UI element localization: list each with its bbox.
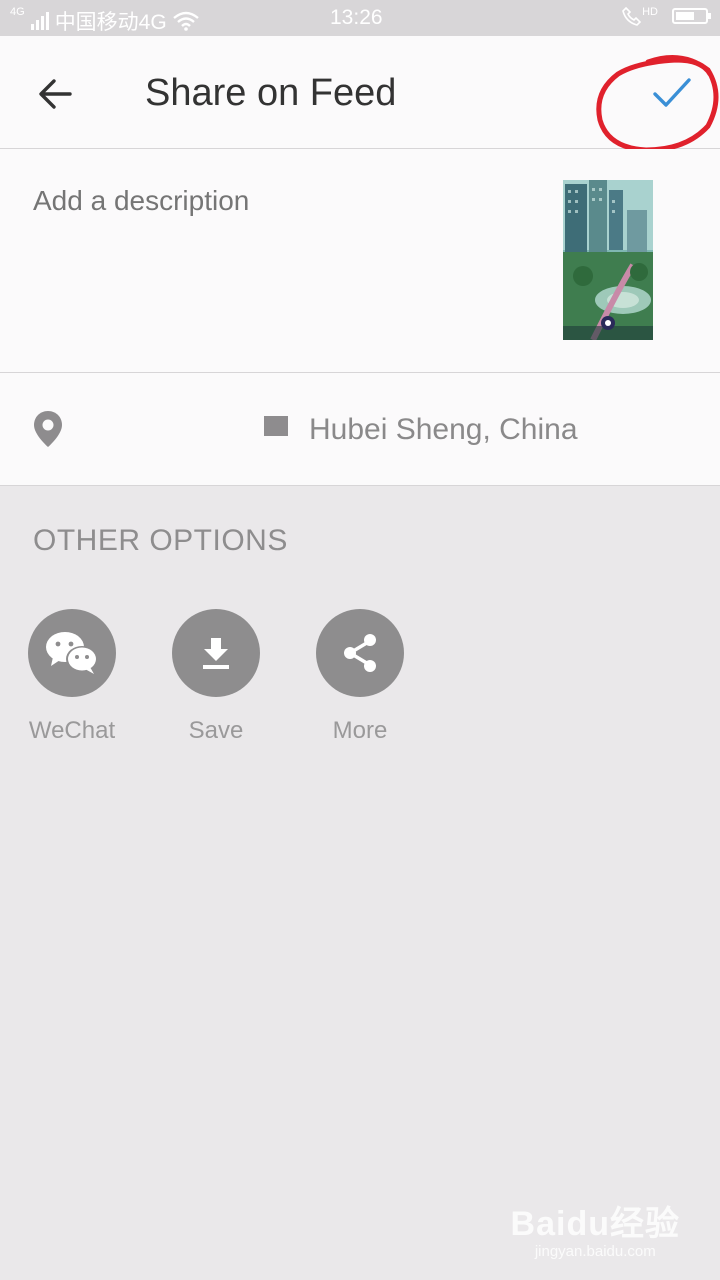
back-button[interactable]	[30, 68, 82, 120]
hd-call-icon: HD	[622, 6, 658, 26]
wechat-icon	[46, 632, 98, 674]
photo-thumbnail-image	[563, 180, 653, 340]
carrier-label: 中国移动4G	[54, 11, 167, 34]
status-time: 13:26	[330, 6, 383, 29]
location-row[interactable]: Hubei Sheng, China	[0, 373, 720, 486]
map-pin-icon	[34, 411, 62, 447]
page-title: Share on Feed	[145, 72, 397, 114]
baidu-watermark: Baidu经验 jingyan.baidu.com	[511, 1196, 680, 1260]
status-right: HD	[622, 6, 711, 26]
signal-icon	[30, 12, 49, 30]
network-type: 4G	[10, 6, 25, 18]
wechat-option-circle	[28, 609, 116, 697]
photo-thumbnail[interactable]	[563, 180, 653, 340]
confirm-button[interactable]	[650, 74, 694, 114]
battery-icon	[672, 8, 711, 24]
more-option[interactable]: More	[300, 609, 420, 745]
download-icon	[203, 638, 229, 669]
save-option[interactable]: Save	[156, 609, 276, 745]
description-input[interactable]	[33, 185, 533, 217]
wifi-icon	[172, 11, 199, 31]
description-section	[0, 149, 720, 373]
watermark-brand: Baidu经验	[510, 1205, 680, 1243]
save-option-circle	[172, 609, 260, 697]
check-icon	[653, 78, 691, 107]
status-left: 4G 中国移动4G	[10, 6, 199, 36]
share-icon	[344, 634, 376, 672]
more-option-circle	[316, 609, 404, 697]
app-header: Share on Feed	[0, 36, 720, 149]
hd-badge: HD	[642, 6, 658, 18]
status-bar: 4G 中国移动4G 13:26 HD	[0, 0, 720, 36]
save-label: Save	[188, 717, 244, 744]
location-square-icon	[264, 416, 288, 436]
wechat-label: WeChat	[28, 717, 116, 744]
wechat-option[interactable]: WeChat	[12, 609, 132, 745]
more-label: More	[332, 717, 388, 744]
location-text: Hubei Sheng, China	[309, 413, 578, 446]
arrow-left-icon	[39, 79, 72, 109]
other-options-title: OTHER OPTIONS	[33, 524, 288, 557]
watermark-url: jingyan.baidu.com	[534, 1243, 656, 1260]
